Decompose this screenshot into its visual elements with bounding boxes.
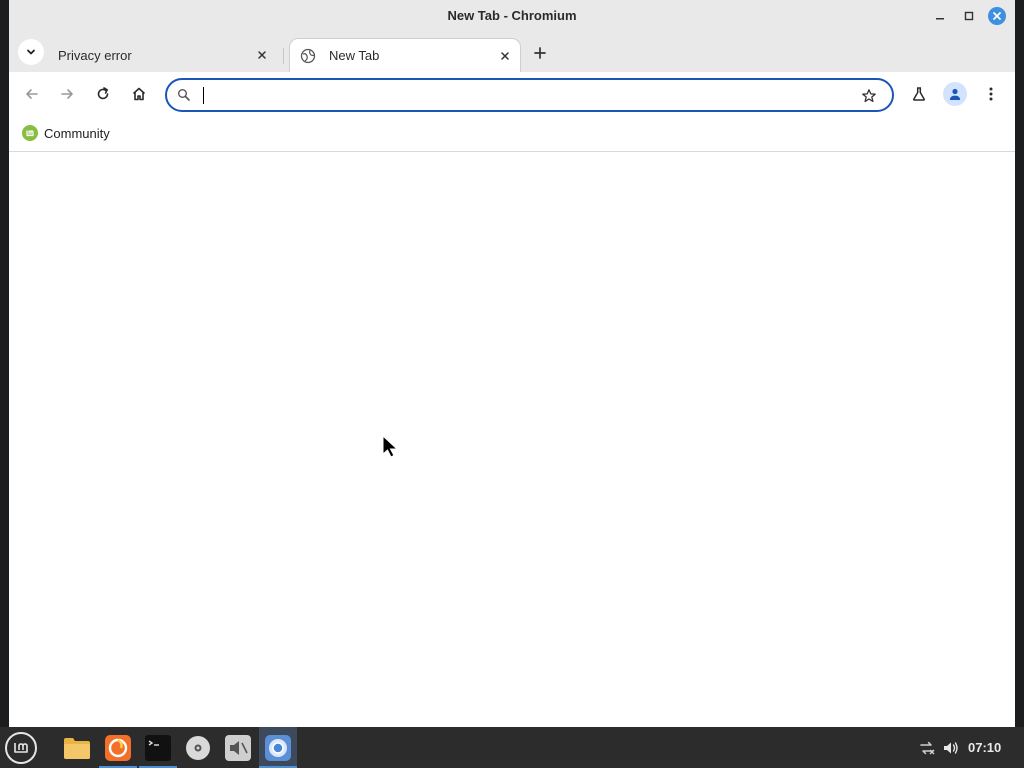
star-icon <box>862 89 876 103</box>
arrow-right-icon <box>61 89 73 99</box>
launcher-sound[interactable] <box>219 727 257 768</box>
labs-button[interactable] <box>907 82 931 106</box>
close-icon <box>501 51 509 60</box>
minimize-button[interactable] <box>931 7 949 25</box>
bookmark-star-button[interactable] <box>859 86 879 106</box>
close-window-button[interactable] <box>988 7 1006 25</box>
volume-muted-app-icon <box>225 734 251 761</box>
launcher-terminal[interactable] <box>139 727 177 768</box>
reload-icon <box>97 87 109 100</box>
profile-avatar-button[interactable] <box>943 82 967 106</box>
person-icon <box>949 88 961 100</box>
menu-button[interactable] <box>979 82 1003 106</box>
files-icon <box>64 737 90 759</box>
tab-new-tab[interactable]: New Tab <box>289 38 521 72</box>
taskbar: 07:10 <box>0 727 1024 768</box>
start-menu-button[interactable] <box>5 732 37 764</box>
launcher-chromium[interactable] <box>259 727 297 768</box>
launcher-firefox[interactable] <box>99 727 137 768</box>
close-icon <box>258 51 266 59</box>
terminal-icon <box>145 734 171 761</box>
tab-title: New Tab <box>329 48 380 63</box>
minimize-icon <box>936 18 944 20</box>
page-content[interactable] <box>9 153 1015 727</box>
volume-icon[interactable] <box>941 738 961 758</box>
address-input[interactable] <box>201 84 841 106</box>
tab-search-button[interactable] <box>18 39 44 65</box>
flask-icon <box>912 87 926 101</box>
close-icon <box>993 12 1001 20</box>
forward-button[interactable] <box>55 82 79 106</box>
search-icon <box>178 89 190 101</box>
home-icon <box>132 87 146 101</box>
browser-window: New Tab - Chromium Privacy error New Tab… <box>9 0 1015 727</box>
disc-icon <box>186 735 210 760</box>
bookmark-community[interactable]: Community <box>22 124 110 142</box>
tab-strip: Privacy error New Tab <box>9 32 1015 72</box>
address-bar[interactable] <box>165 78 894 112</box>
mouse-cursor-icon <box>382 435 399 458</box>
tab-close-button[interactable] <box>496 47 514 65</box>
tab-close-button[interactable] <box>253 46 271 64</box>
clock[interactable]: 07:10 <box>968 740 1001 755</box>
back-button[interactable] <box>20 82 44 106</box>
more-vertical-icon <box>989 87 993 101</box>
firefox-icon <box>105 734 131 761</box>
home-button[interactable] <box>127 82 151 106</box>
tab-title: Privacy error <box>58 47 132 63</box>
bookmarks-bar: Community <box>9 116 1015 152</box>
bookmark-label: Community <box>44 125 110 141</box>
launcher-disc[interactable] <box>179 727 217 768</box>
maximize-button[interactable] <box>960 7 978 25</box>
chevron-down-icon <box>27 49 35 55</box>
launcher-files[interactable] <box>58 727 96 768</box>
window-title: New Tab - Chromium <box>447 8 577 23</box>
linux-mint-icon <box>22 125 38 141</box>
text-caret <box>203 87 204 104</box>
maximize-icon <box>964 11 974 21</box>
arrow-left-icon <box>26 89 38 99</box>
plus-icon <box>534 47 546 59</box>
chromium-icon <box>265 734 291 761</box>
new-tab-button[interactable] <box>529 42 551 64</box>
reload-button[interactable] <box>91 82 115 106</box>
title-bar: New Tab - Chromium <box>9 0 1015 32</box>
tab-privacy-error[interactable]: Privacy error <box>45 38 277 72</box>
linux-mint-icon <box>14 743 28 753</box>
globe-icon <box>300 48 316 64</box>
network-disconnected-icon[interactable] <box>917 738 937 758</box>
toolbar <box>9 72 1015 116</box>
tab-divider <box>283 48 284 64</box>
